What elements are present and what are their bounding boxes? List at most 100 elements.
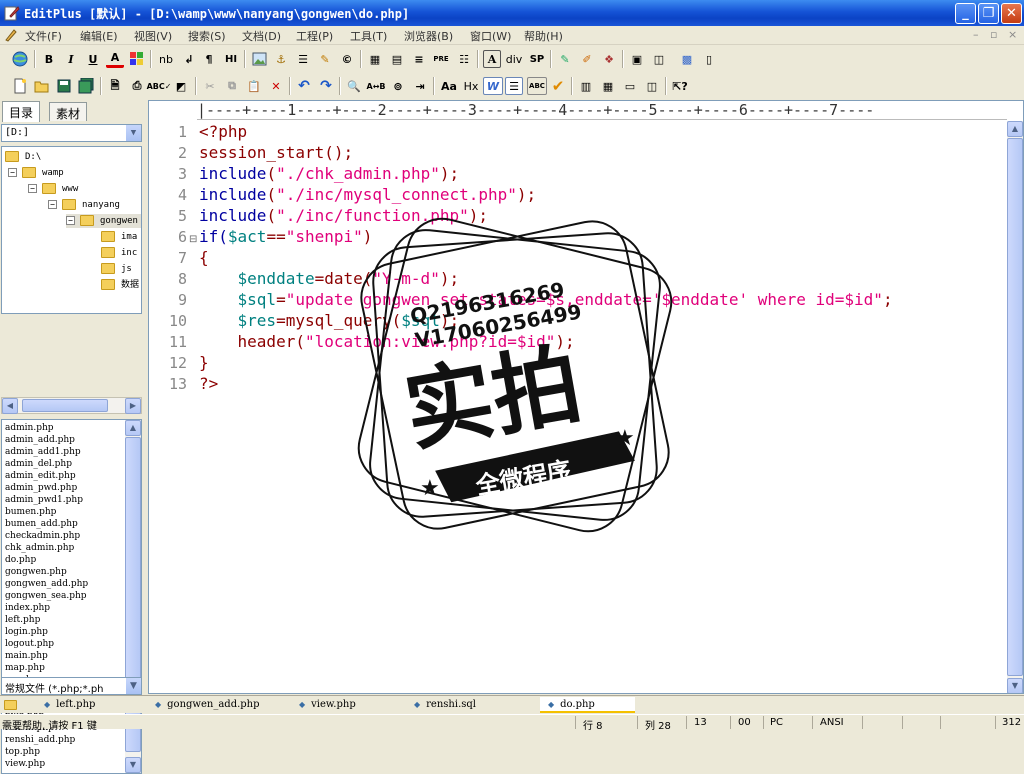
file-list-item[interactable]: gongwen.php [5, 566, 67, 578]
menu-file[interactable]: 文件(F) [25, 28, 62, 44]
code-editor[interactable]: |----+----1----+----2----+----3----+----… [148, 100, 1024, 694]
font-size-button[interactable]: Aa [439, 77, 459, 95]
underline-button[interactable]: U [84, 50, 102, 68]
anchor-icon[interactable]: ⚓ [272, 50, 290, 68]
preview-icon[interactable]: ▩ [678, 50, 696, 68]
paste-icon[interactable]: 📋 [245, 77, 263, 95]
panel-icon[interactable]: ▯ [700, 50, 718, 68]
italic-button[interactable]: I [62, 50, 80, 68]
file-list-item[interactable]: checkadmin.php [5, 530, 80, 542]
tree-node-data[interactable]: 数据 [101, 278, 139, 292]
file-list-item[interactable]: login.php [5, 626, 48, 638]
column-select-button[interactable]: ABC [527, 77, 547, 95]
form-icon[interactable]: ▤ [388, 50, 406, 68]
window-layout-icon[interactable]: ▣ [628, 50, 646, 68]
scroll-left-icon[interactable]: ◀ [2, 398, 18, 414]
doc-tab-view[interactable]: ◆ view.php [299, 697, 356, 713]
menu-edit[interactable]: 编辑(E) [80, 28, 118, 44]
table-icon[interactable]: ▦ [366, 50, 384, 68]
document-menu-icon[interactable] [4, 28, 18, 42]
div-button[interactable]: div [503, 50, 525, 68]
folder-icon[interactable] [4, 697, 23, 713]
print-icon[interactable]: ⎙ [128, 77, 146, 95]
paragraph-icon[interactable]: ¶ [200, 50, 218, 68]
tree-node-inc[interactable]: inc [101, 246, 137, 260]
file-list-item[interactable]: bumen_add.php [5, 518, 78, 530]
redo-icon[interactable]: ↷ [317, 77, 335, 95]
cliptext-window-icon[interactable]: ▦ [599, 77, 617, 95]
file-list-item[interactable]: admin_pwd1.php [5, 494, 83, 506]
list-icon[interactable]: ☷ [455, 50, 473, 68]
file-list-item[interactable]: map.php [5, 662, 45, 674]
menu-browser[interactable]: 浏览器(B) [404, 28, 453, 44]
status-line-ending[interactable]: PC [770, 717, 783, 728]
menu-view[interactable]: 视图(V) [134, 28, 172, 44]
file-list-item[interactable]: do.php [5, 554, 36, 566]
scroll-thumb[interactable] [22, 399, 108, 412]
close-button[interactable]: ✕ [1001, 3, 1022, 24]
tree-horizontal-scrollbar[interactable]: ◀ ▶ [1, 397, 142, 414]
menu-window[interactable]: 窗口(W) [470, 28, 511, 44]
word-wrap-button[interactable]: W [483, 77, 503, 95]
copy-icon[interactable]: ⧉ [223, 77, 241, 95]
delete-icon[interactable]: ✕ [267, 77, 285, 95]
help-pointer-icon[interactable]: ⇱? [671, 77, 689, 95]
editor-scrollbar[interactable]: ▲ ▼ [1007, 121, 1023, 693]
tree-node-wamp[interactable]: − wamp [8, 166, 64, 180]
file-list-item[interactable]: admin_pwd.php [5, 482, 77, 494]
menu-tools[interactable]: 工具(T) [350, 28, 387, 44]
bold-button[interactable]: B [40, 50, 58, 68]
cut-icon[interactable]: ✂ [201, 77, 219, 95]
open-folder-icon[interactable] [33, 77, 51, 95]
goto-line-icon[interactable]: ⇥ [411, 77, 429, 95]
file-list-item[interactable]: view.php [5, 758, 45, 770]
scroll-down-icon[interactable]: ▼ [1007, 678, 1023, 693]
file-list-item[interactable]: left.php [5, 614, 40, 626]
replace-icon[interactable]: A↔B [367, 77, 386, 95]
file-list-item[interactable]: top.php [5, 746, 40, 758]
paint-icon[interactable]: ✐ [578, 50, 596, 68]
menu-project[interactable]: 工程(P) [296, 28, 333, 44]
file-list-item[interactable]: chk_admin.php [5, 542, 74, 554]
tree-node-gongwen[interactable]: − gongwen [66, 214, 141, 228]
status-encoding[interactable]: ANSI [820, 717, 844, 728]
menu-help[interactable]: 帮助(H) [524, 28, 563, 44]
mdi-minimize-button[interactable]: – [973, 28, 979, 41]
checkmark-icon[interactable]: ✔ [549, 77, 567, 95]
file-list-item[interactable]: admin_add1.php [5, 446, 81, 458]
globe-icon[interactable] [11, 50, 29, 68]
restore-button[interactable]: ❐ [978, 3, 999, 24]
doc-tab-do[interactable]: ◆ do.php [540, 697, 635, 713]
spell-check-icon[interactable]: ABC✓ [147, 77, 172, 95]
components-icon[interactable]: ❖ [600, 50, 618, 68]
doc-tab-renshi-sql[interactable]: ◆ renshi.sql [414, 697, 476, 713]
line-break-icon[interactable]: ↲ [180, 50, 198, 68]
tree-node-nanyang[interactable]: − nanyang [48, 198, 120, 212]
align-center-icon[interactable]: ≡ [410, 50, 428, 68]
file-list-item[interactable]: admin_add.php [5, 434, 75, 446]
tree-node-js[interactable]: js [101, 262, 132, 276]
scroll-down-icon[interactable]: ▼ [125, 757, 141, 773]
menu-document[interactable]: 文档(D) [242, 28, 281, 44]
chevron-down-icon[interactable]: ▼ [126, 125, 141, 141]
minimize-button[interactable]: _ [955, 3, 976, 24]
file-list-item[interactable]: index.php [5, 602, 50, 614]
browser-icon[interactable]: ◩ [172, 77, 190, 95]
horizontal-rule-icon[interactable]: ☰ [294, 50, 312, 68]
file-list-item[interactable]: gongwen_add.php [5, 578, 88, 590]
find-icon[interactable]: 🔍 [345, 77, 363, 95]
output-window-icon[interactable]: ▭ [621, 77, 639, 95]
drive-select[interactable]: [D:] ▼ [1, 124, 142, 142]
scroll-right-icon[interactable]: ▶ [125, 398, 141, 414]
nbsp-button[interactable]: nb [155, 50, 177, 68]
save-all-icon[interactable] [77, 77, 95, 95]
doc-tab-left[interactable]: ◆ left.php [44, 697, 95, 713]
line-number-icon[interactable]: ☰ [505, 77, 523, 95]
mdi-close-button[interactable]: × [1008, 28, 1017, 41]
collapse-icon[interactable]: − [66, 216, 75, 225]
heading-button[interactable]: HI [222, 50, 240, 68]
tab-cliptext[interactable]: 素材 [49, 102, 88, 121]
fold-toggle-icon[interactable]: ⊟ [189, 234, 197, 245]
directory-window-icon[interactable]: ▥ [577, 77, 595, 95]
tree-node-www[interactable]: − www [28, 182, 78, 196]
